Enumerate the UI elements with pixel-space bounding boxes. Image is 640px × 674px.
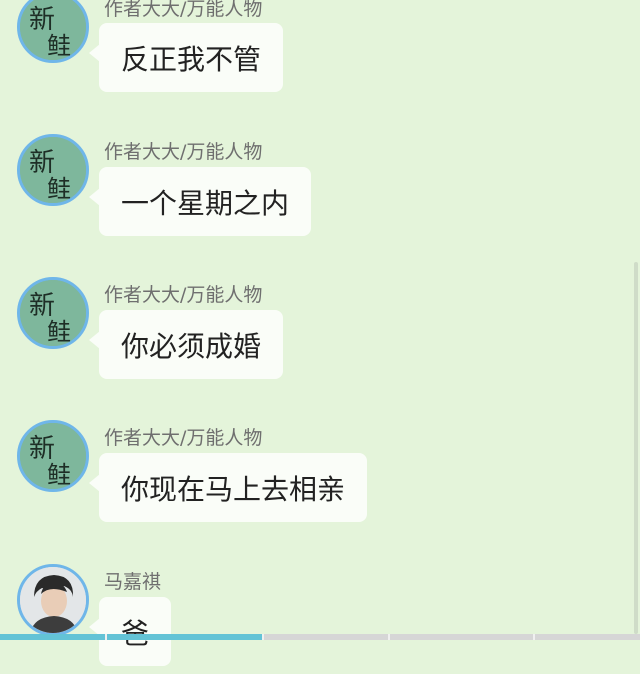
progress-bar[interactable] bbox=[0, 634, 640, 640]
svg-text:鲑: 鲑 bbox=[47, 32, 71, 60]
message-row: 新 鲑 作者大大/万能人物 反正我不管 bbox=[0, 0, 640, 110]
svg-text:鲑: 鲑 bbox=[47, 461, 71, 489]
xin-bao-avatar-icon: 新 鲑 bbox=[20, 423, 86, 489]
message-row: 新 鲑 作者大大/万能人物 你必须成婚 bbox=[0, 277, 640, 387]
scrollbar[interactable] bbox=[634, 262, 638, 634]
message-row: 新 鲑 作者大大/万能人物 你现在马上去相亲 bbox=[0, 420, 640, 530]
svg-text:新: 新 bbox=[29, 148, 55, 178]
message-bubble[interactable]: 一个星期之内 bbox=[88, 167, 312, 236]
progress-fill bbox=[0, 634, 263, 640]
svg-text:鲑: 鲑 bbox=[47, 318, 71, 346]
avatar[interactable]: 新 鲑 bbox=[17, 420, 89, 492]
sender-name: 作者大大/万能人物 bbox=[104, 284, 263, 306]
avatar[interactable]: 新 鲑 bbox=[17, 134, 89, 206]
sender-name: 作者大大/万能人物 bbox=[104, 0, 263, 20]
svg-text:鲑: 鲑 bbox=[47, 175, 71, 203]
progress-segment-divider bbox=[388, 634, 390, 640]
avatar[interactable] bbox=[17, 564, 89, 636]
svg-text:新: 新 bbox=[29, 434, 55, 464]
svg-text:新: 新 bbox=[29, 291, 55, 321]
message-row: 新 鲑 作者大大/万能人物 一个星期之内 bbox=[0, 134, 640, 244]
sender-name: 作者大大/万能人物 bbox=[104, 427, 263, 449]
progress-segment-divider bbox=[262, 634, 264, 640]
chat-window[interactable]: 新 鲑 作者大大/万能人物 反正我不管 新 鲑 作者大大/万能人物 一个星期之内… bbox=[0, 0, 640, 666]
message-bubble[interactable]: 你现在马上去相亲 bbox=[88, 453, 368, 522]
xin-bao-avatar-icon: 新 鲑 bbox=[20, 137, 86, 203]
person-photo-avatar-icon bbox=[20, 567, 86, 633]
sender-name: 作者大大/万能人物 bbox=[104, 141, 263, 163]
progress-segment-divider bbox=[105, 634, 107, 640]
avatar[interactable]: 新 鲑 bbox=[17, 277, 89, 349]
message-bubble[interactable]: 爸 bbox=[88, 597, 172, 666]
svg-text:新: 新 bbox=[29, 5, 55, 35]
message-bubble[interactable]: 你必须成婚 bbox=[88, 310, 284, 379]
progress-segment-divider bbox=[533, 634, 535, 640]
xin-bao-avatar-icon: 新 鲑 bbox=[20, 280, 86, 346]
sender-name: 马嘉祺 bbox=[104, 571, 162, 593]
xin-bao-avatar-icon: 新 鲑 bbox=[20, 0, 86, 60]
message-bubble[interactable]: 反正我不管 bbox=[88, 23, 284, 92]
avatar[interactable]: 新 鲑 bbox=[17, 0, 89, 63]
message-row: 马嘉祺 爸 bbox=[0, 564, 640, 674]
